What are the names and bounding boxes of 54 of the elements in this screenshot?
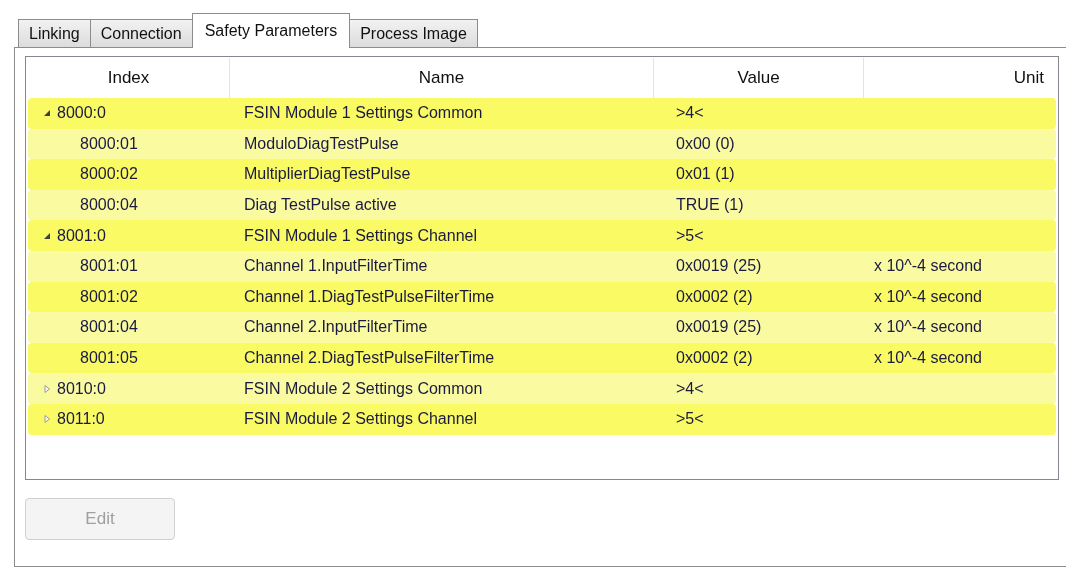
table-cell: Channel 2.DiagTestPulseFilterTime — [244, 349, 495, 368]
table-cell: x 10^-4 second — [874, 287, 982, 306]
tab[interactable]: Linking — [18, 19, 91, 47]
table-cell: 0x0019 (25) — [676, 318, 762, 337]
table-cell: >5< — [676, 226, 704, 245]
table-cell: 8001:05 — [80, 349, 138, 368]
tab[interactable]: Connection — [89, 19, 193, 47]
table-cell: 8001:01 — [80, 257, 138, 276]
table-cell: ModuloDiagTestPulse — [244, 134, 399, 153]
table-cell: 8001:02 — [80, 287, 138, 306]
table-cell: 8011:0 — [57, 410, 105, 429]
table-cell: FSIN Module 1 Settings Channel — [244, 226, 477, 245]
table-cell: 0x0002 (2) — [676, 349, 753, 368]
table-cell: >4< — [676, 379, 704, 398]
table-row[interactable]: 8010:0 FSIN Module 2 Settings Common >4< — [28, 373, 1056, 404]
table-row[interactable]: 8000:04 Diag TestPulse active TRUE (1) — [28, 189, 1056, 221]
table-cell: 8000:04 — [80, 196, 138, 215]
table-cell: x 10^-4 second — [874, 318, 982, 337]
table-row[interactable]: 8001:05 Channel 2.DiagTestPulseFilterTime 0x0002 (2) x 10^-4 second — [28, 342, 1056, 374]
table-cell: 8001:0 — [57, 226, 106, 245]
table-row[interactable]: 8001:01 Channel 1.InputFilterTime 0x0019 (25) x 10^-4 second — [28, 250, 1056, 282]
table-cell: 8010:0 — [57, 379, 106, 398]
expanded-arrow-icon[interactable] — [42, 108, 52, 119]
table-cell: Channel 1.InputFilterTime — [244, 257, 428, 276]
table-row[interactable]: 8011:0 FSIN Module 2 Settings Channel >5< — [28, 403, 1056, 435]
table-cell: Diag TestPulse active — [244, 196, 397, 215]
table-cell: TRUE (1) — [676, 196, 744, 215]
table-row[interactable]: 8000:02 MultiplierDiagTestPulse 0x01 (1) — [28, 159, 1056, 190]
table-cell: 8000:01 — [80, 134, 138, 153]
table-cell: 8000:0 — [57, 104, 106, 123]
table-cell: >5< — [676, 410, 704, 429]
table-cell: Channel 1.DiagTestPulseFilterTime — [244, 287, 495, 306]
column-header[interactable]: Unit — [864, 58, 1054, 98]
table-row[interactable]: 8001:0 FSIN Module 1 Settings Channel >5< — [28, 220, 1056, 251]
table-cell: 0x01 (1) — [676, 165, 735, 184]
table-cell: >4< — [676, 104, 704, 123]
table-cell: 8000:02 — [80, 165, 138, 184]
table-cell: 0x0019 (25) — [676, 257, 762, 276]
table-cell: 0x00 (0) — [676, 134, 735, 153]
table-cell: MultiplierDiagTestPulse — [244, 165, 411, 184]
table-cell: Channel 2.InputFilterTime — [244, 318, 428, 337]
table-row[interactable]: 8000:0 FSIN Module 1 Settings Common >4< — [28, 98, 1056, 129]
table-cell: FSIN Module 2 Settings Channel — [244, 410, 477, 429]
tab[interactable]: Process Image — [349, 19, 478, 47]
tab[interactable]: Safety Parameters — [191, 13, 351, 48]
table-cell: x 10^-4 second — [874, 257, 982, 276]
table-cell: x 10^-4 second — [874, 349, 982, 368]
table-cell: FSIN Module 2 Settings Common — [244, 379, 483, 398]
table-row[interactable]: 8000:01 ModuloDiagTestPulse 0x00 (0) — [28, 128, 1056, 160]
table-row[interactable]: 8001:04 Channel 2.InputFilterTime 0x0019 (25) x 10^-4 second — [28, 312, 1056, 343]
table-cell: 0x0002 (2) — [676, 287, 753, 306]
table-row[interactable]: 8001:02 Channel 1.DiagTestPulseFilterTime 0x0002 (2) x 10^-4 second — [28, 281, 1056, 313]
table-cell: FSIN Module 1 Settings Common — [244, 104, 483, 123]
table-cell: 8001:04 — [80, 318, 138, 337]
